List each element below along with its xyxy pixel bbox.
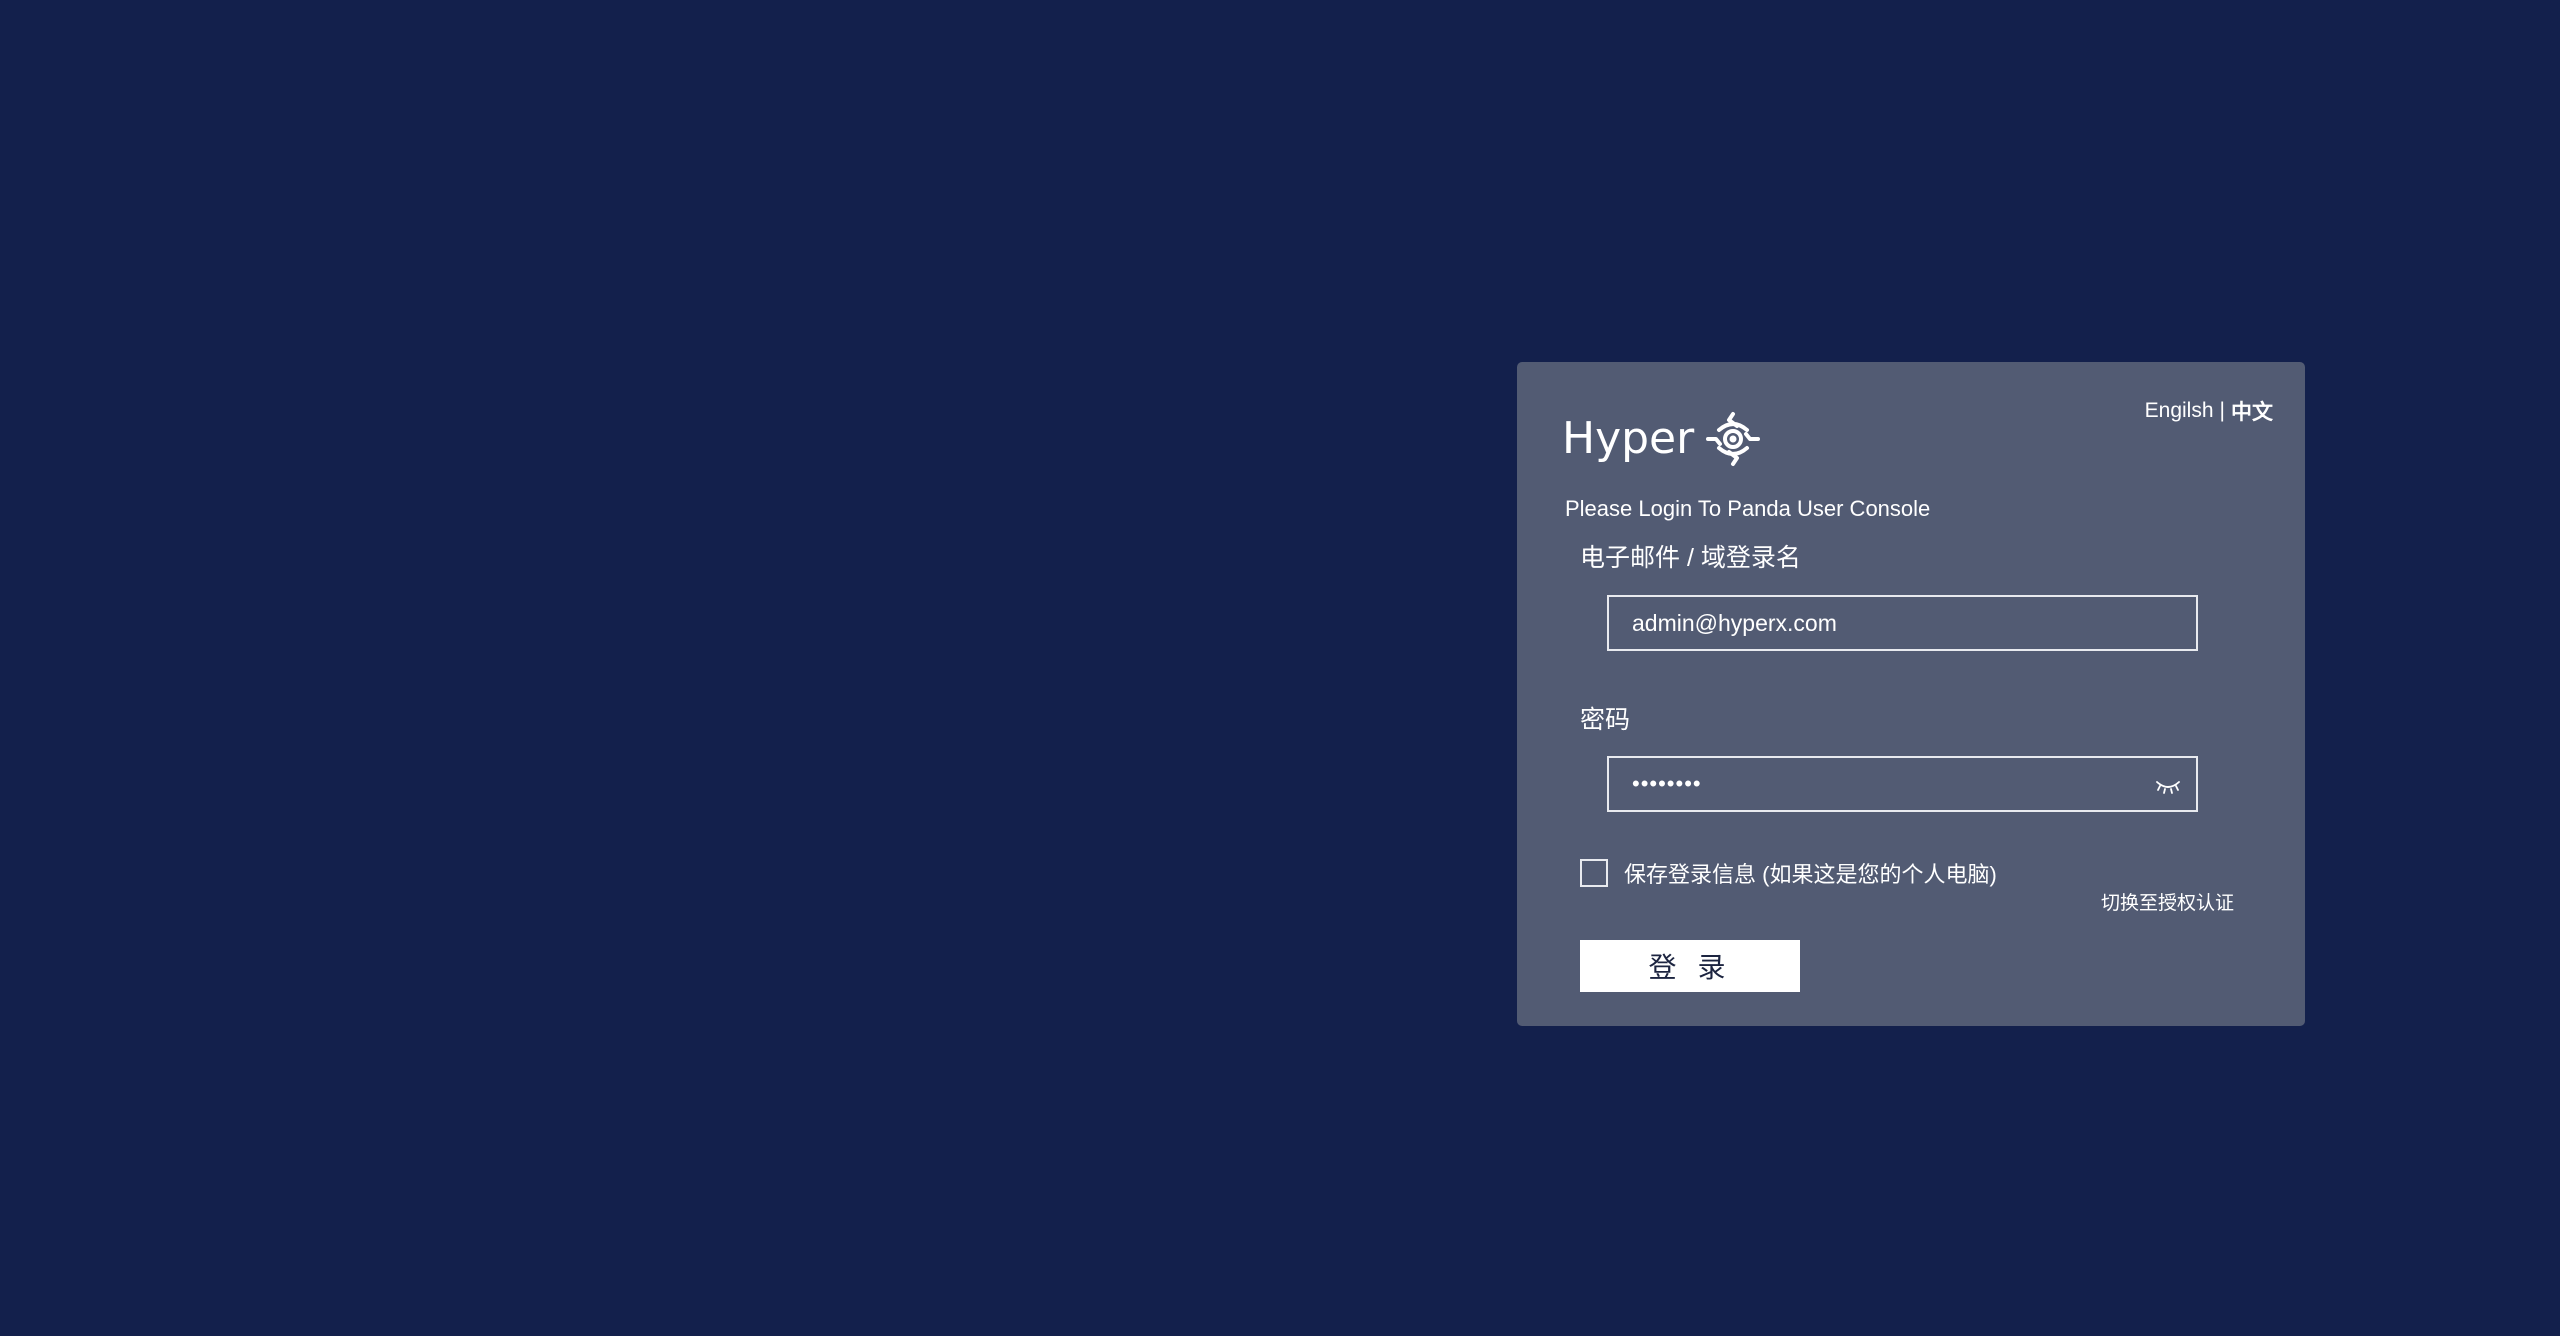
- brand-logo: Hyper: [1562, 406, 1764, 472]
- hyper-logo-icon: [1706, 412, 1761, 466]
- remember-me-label[interactable]: 保存登录信息 (如果这是您的个人电脑): [1624, 857, 1997, 889]
- email-field[interactable]: [1609, 597, 2196, 649]
- eye-closed-icon[interactable]: [2154, 774, 2182, 796]
- remember-me-row: 保存登录信息 (如果这是您的个人电脑): [1580, 857, 1997, 889]
- login-page: Hyper Engilsh | 中文 Please Login To Panda…: [0, 0, 2560, 1336]
- password-label: 密码: [1580, 706, 1631, 734]
- switch-auth-link[interactable]: 切换至授权认证: [2101, 888, 2234, 915]
- login-button[interactable]: 登 录: [1580, 940, 1800, 992]
- email-label: 电子邮件 / 域登录名: [1580, 544, 1801, 572]
- login-subtitle: Please Login To Panda User Console: [1565, 496, 1931, 521]
- language-switcher: Engilsh | 中文: [2145, 396, 2273, 426]
- password-field[interactable]: [1609, 758, 2196, 810]
- lang-chinese-link[interactable]: 中文: [2231, 396, 2273, 426]
- login-card: Hyper Engilsh | 中文 Please Login To Panda…: [1517, 362, 2305, 1026]
- email-field-box: [1607, 595, 2198, 651]
- logo-text: Hyper: [1562, 413, 1695, 464]
- password-field-box: [1607, 756, 2198, 812]
- lang-separator: |: [2219, 399, 2225, 422]
- remember-me-checkbox[interactable]: [1580, 859, 1608, 887]
- lang-english-link[interactable]: Engilsh: [2145, 399, 2214, 423]
